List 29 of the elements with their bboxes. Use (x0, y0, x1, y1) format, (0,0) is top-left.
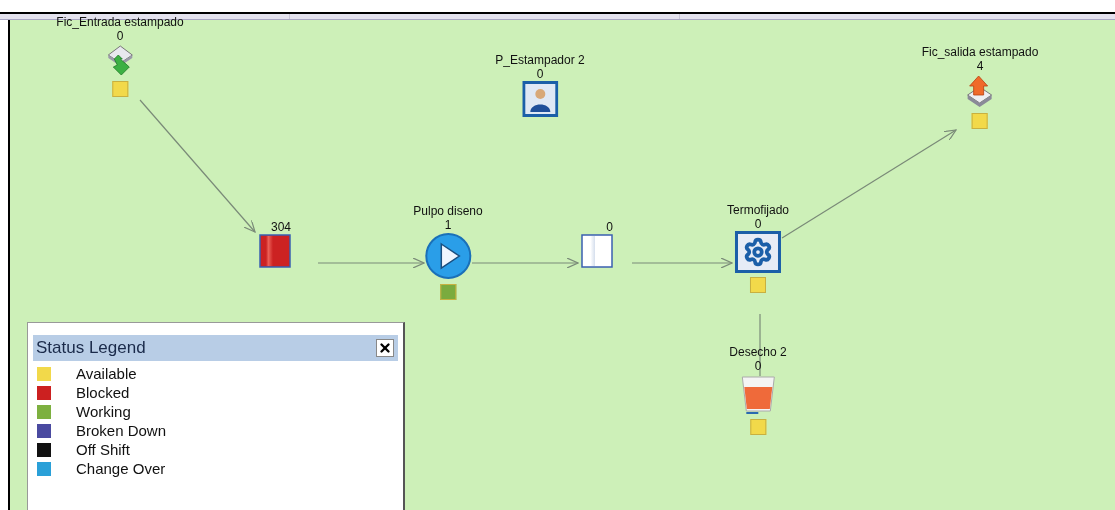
node-label: Pulpo diseno (413, 204, 483, 218)
close-icon (378, 341, 392, 355)
node-label: Fic_salida estampado (921, 45, 1039, 59)
node-count: 0 (606, 220, 613, 234)
node-label: Fic_Entrada estampado (56, 15, 184, 29)
node-count: 0 (754, 217, 762, 231)
node-count: 0 (116, 29, 124, 43)
node-count: 0 (536, 67, 544, 81)
node-count: 0 (754, 359, 762, 373)
person-icon (522, 81, 558, 117)
close-button[interactable] (376, 339, 394, 357)
legend-title: Status Legend (36, 337, 146, 360)
node-label: Termofijado (727, 203, 789, 217)
node-count: 4 (976, 59, 984, 73)
gear-icon (735, 231, 781, 273)
buffer-icon (259, 234, 291, 268)
status-label: Broken Down (76, 421, 167, 440)
play-icon (424, 232, 472, 280)
status-label: Blocked (76, 383, 130, 402)
status-label: Change Over (76, 459, 166, 478)
node-count: 1 (444, 218, 452, 232)
buffer-icon (581, 234, 613, 268)
status-label: Off Shift (76, 440, 130, 459)
node-label: P_Estampador 2 (495, 53, 585, 67)
node-label: Desecho 2 (729, 345, 787, 359)
status-label: Working (76, 402, 131, 421)
tray-arrow-icon (105, 43, 135, 77)
status-label: Available (76, 364, 137, 383)
node-count: 304 (270, 220, 291, 234)
